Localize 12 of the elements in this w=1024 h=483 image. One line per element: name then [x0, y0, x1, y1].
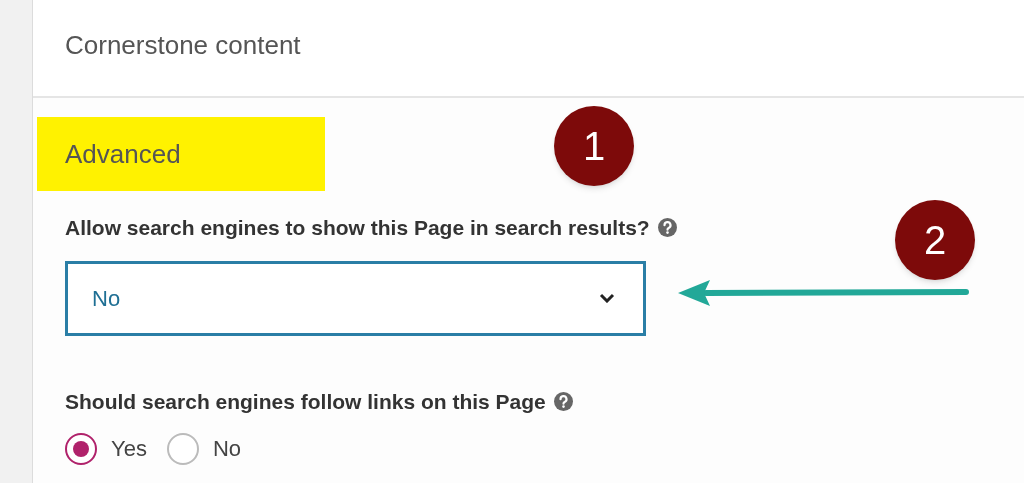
- help-icon[interactable]: [553, 391, 573, 411]
- field-label: Allow search engines to show this Page in search results?: [65, 215, 650, 241]
- chevron-down-icon: [599, 293, 615, 303]
- help-icon[interactable]: [657, 218, 677, 238]
- field-label: Should search engines follow links on this Page: [65, 388, 546, 415]
- radio-label: Yes: [111, 435, 147, 463]
- radio-label: No: [212, 435, 241, 463]
- radio-button[interactable]: [166, 432, 199, 465]
- radio-button[interactable]: [65, 432, 97, 465]
- section-title: Cornerstone content: [65, 29, 301, 62]
- section-title: Advanced: [65, 137, 181, 171]
- select-dropdown[interactable]: No: [65, 260, 646, 336]
